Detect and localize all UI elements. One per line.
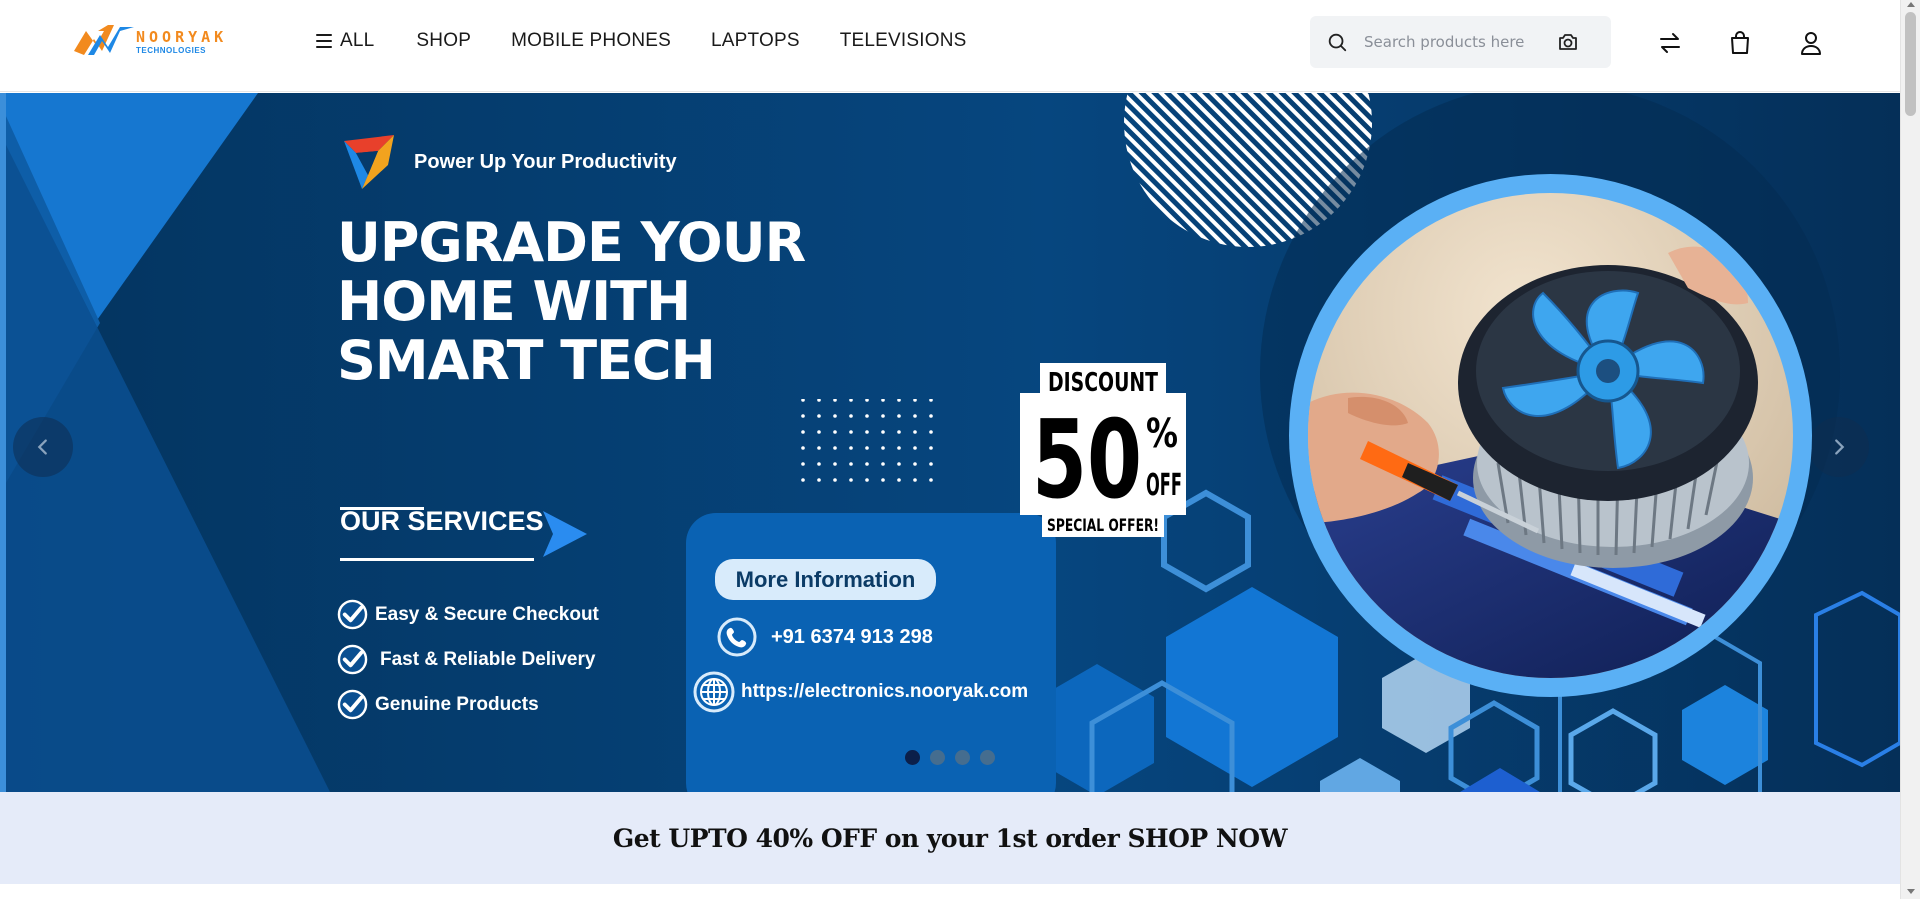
discount-percent-text: % — [1146, 411, 1178, 457]
nav-shop[interactable]: SHOP — [416, 30, 471, 52]
slider-dot[interactable] — [905, 750, 920, 765]
page-below-fold — [0, 884, 1900, 899]
service-item: Fast & Reliable Delivery — [337, 637, 599, 682]
hero-banner: Power Up Your Productivity UPGRADE YOUR … — [0, 93, 1900, 792]
arrow-right-icon — [543, 511, 587, 557]
service-item: Easy & Secure Checkout — [337, 592, 599, 637]
scroll-thumb[interactable] — [1905, 12, 1916, 116]
cpu-cooler-photo — [1308, 193, 1793, 678]
check-circle-icon — [337, 599, 368, 630]
promo-strip[interactable]: Get UPTO 40% OFF on your 1st order SHOP … — [0, 792, 1900, 884]
service-item: Genuine Products — [337, 682, 599, 727]
search-icon[interactable] — [1326, 31, 1348, 53]
brand-emblem-icon — [344, 135, 394, 189]
service-label: Fast & Reliable Delivery — [380, 648, 596, 670]
user-icon[interactable] — [1798, 30, 1824, 56]
main-nav: ALL SHOP MOBILE PHONES LAPTOPS TELEVISIO… — [316, 28, 1007, 54]
nav-televisions[interactable]: TELEVISIONS — [840, 30, 967, 52]
chevron-left-icon — [37, 439, 47, 455]
website-url[interactable]: https://electronics.nooryak.com — [741, 681, 1028, 703]
nav-mobile-phones[interactable]: MOBILE PHONES — [511, 30, 671, 52]
shopping-bag-icon[interactable] — [1727, 30, 1753, 56]
phone-icon — [717, 617, 757, 657]
chevron-right-icon — [1835, 439, 1845, 455]
nav-all[interactable]: ALL — [316, 30, 374, 52]
slider-dots — [905, 750, 1005, 765]
website-row: https://electronics.nooryak.com — [693, 671, 1028, 713]
globe-icon — [693, 671, 735, 713]
banner-tagline: Power Up Your Productivity — [414, 150, 677, 173]
hamburger-icon — [316, 34, 332, 48]
page-scrollbar[interactable] — [1900, 0, 1920, 899]
services-title: OUR SERVICES — [340, 506, 544, 536]
services-rule-bottom — [340, 558, 534, 561]
nav-laptops[interactable]: LAPTOPS — [711, 30, 800, 52]
logo-mark-icon — [74, 25, 134, 55]
discount-bottom-text: SPECIAL OFFER! — [1047, 516, 1159, 536]
slider-next-button[interactable] — [1809, 417, 1869, 477]
logo-subtitle: TECHNOLOGIES — [136, 45, 207, 55]
search-input[interactable] — [1364, 28, 1544, 56]
slider-dot[interactable] — [955, 750, 970, 765]
slider-dot[interactable] — [930, 750, 945, 765]
phone-row: +91 6374 913 298 — [717, 617, 933, 657]
nav-all-label: ALL — [340, 30, 375, 51]
services-list: Easy & Secure Checkout Fast & Reliable D… — [337, 592, 599, 727]
discount-top-text: DISCOUNT — [1048, 368, 1158, 398]
phone-number[interactable]: +91 6374 913 298 — [771, 626, 933, 649]
check-circle-icon — [337, 644, 368, 675]
scroll-down-arrow-icon[interactable] — [1907, 889, 1915, 894]
logo-name: NOORYAK — [136, 27, 228, 46]
discount-off-text: OFF — [1146, 468, 1182, 503]
service-label: Easy & Secure Checkout — [375, 603, 599, 625]
headline-line: SMART TECH — [337, 329, 716, 392]
promo-text[interactable]: Get UPTO 40% OFF on your 1st order SHOP … — [613, 824, 1288, 853]
scroll-up-arrow-icon[interactable] — [1907, 2, 1915, 7]
check-circle-icon — [337, 689, 368, 720]
brand-logo[interactable]: NOORYAK TECHNOLOGIES — [74, 25, 244, 59]
site-header: NOORYAK TECHNOLOGIES ALL SHOP MOBILE PHO… — [0, 0, 1900, 92]
banner-brand-row: Power Up Your Productivity — [338, 131, 677, 193]
compare-icon[interactable] — [1657, 30, 1683, 56]
slider-dot[interactable] — [980, 750, 995, 765]
search-box — [1310, 16, 1611, 68]
discount-badge: DISCOUNT 50 % OFF SPECIAL OFFER! — [1020, 363, 1186, 537]
headline-line: UPGRADE YOUR — [337, 211, 806, 274]
service-label: Genuine Products — [375, 693, 539, 715]
discount-value-text: 50 — [1032, 398, 1142, 523]
more-information-button[interactable]: More Information — [715, 559, 936, 600]
banner-headline: UPGRADE YOUR HOME WITH SMART TECH — [337, 213, 857, 390]
headline-line: HOME WITH — [337, 270, 691, 333]
slider-prev-button[interactable] — [13, 417, 73, 477]
camera-icon[interactable] — [1556, 30, 1580, 54]
